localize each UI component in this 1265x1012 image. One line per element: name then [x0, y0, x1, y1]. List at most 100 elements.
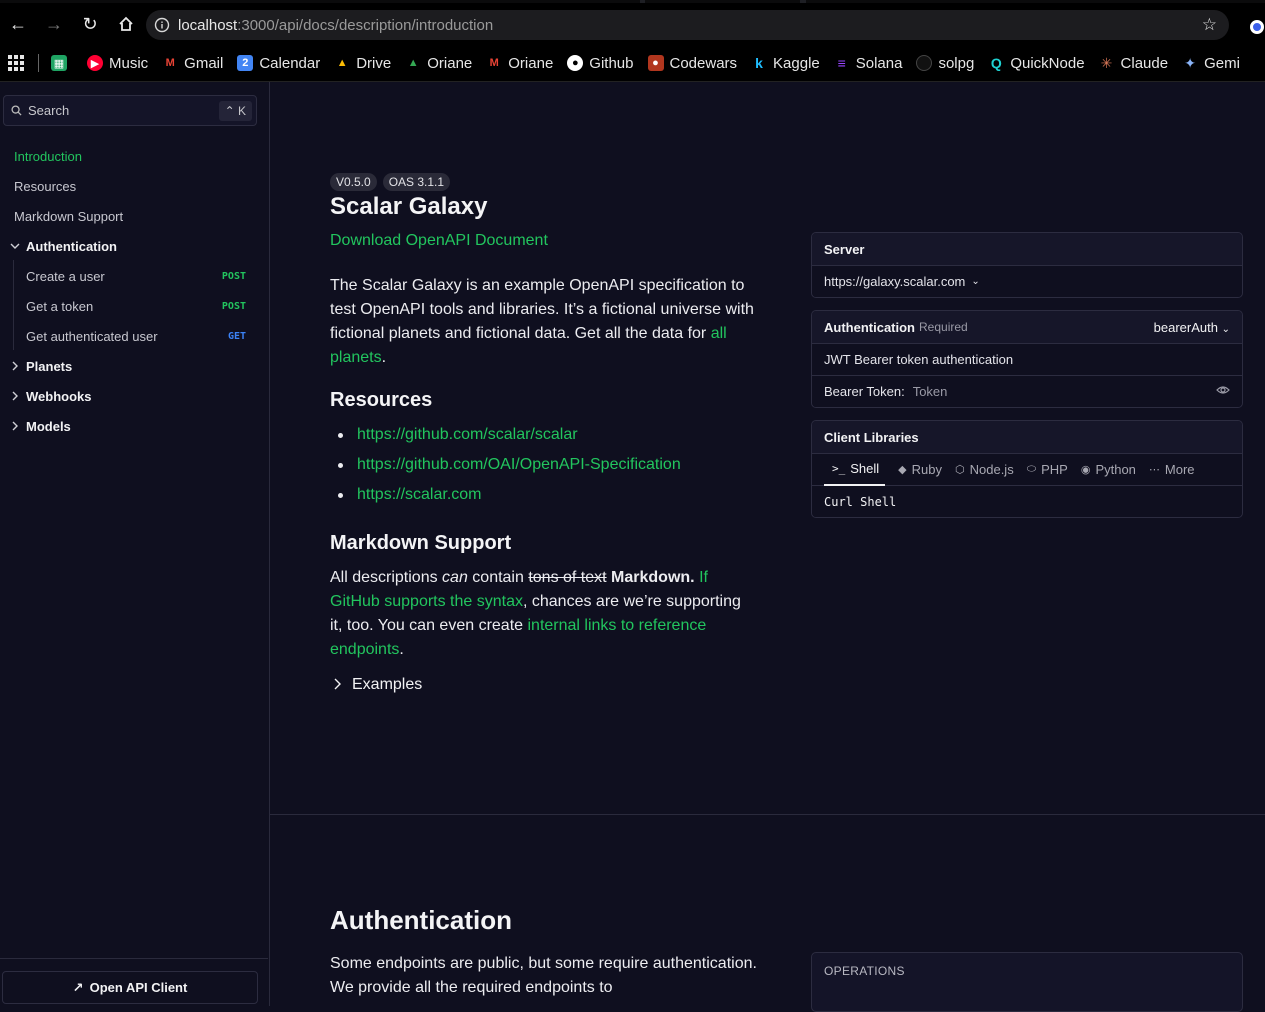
- sidebar-item-planets[interactable]: Planets: [0, 351, 268, 381]
- bookmark-label: Gmail: [184, 54, 224, 72]
- forward-icon[interactable]: →: [36, 3, 72, 45]
- sidebar-item-label: Get authenticated user: [26, 328, 158, 344]
- bookmark-solana[interactable]: ≡ Solana: [834, 55, 903, 72]
- tab-ruby[interactable]: ◆ Ruby: [898, 454, 942, 486]
- md-strikethrough: tons of text: [528, 569, 607, 586]
- server-url: https://galaxy.scalar.com: [824, 274, 966, 289]
- sidebar-item-markdown-support[interactable]: Markdown Support: [0, 201, 268, 231]
- bullet: [338, 492, 343, 498]
- bookmark-label: Claude: [1120, 54, 1169, 72]
- bookmark-label: Kaggle: [773, 54, 820, 72]
- nodejs-icon: ⬡: [955, 464, 965, 476]
- sidebar-item-authentication[interactable]: Authentication: [0, 231, 268, 261]
- method-badge-post: POST: [221, 300, 246, 312]
- auth-card-heading: Authentication: [824, 319, 915, 335]
- chevron-right-icon: [332, 678, 342, 693]
- sidebar-item-resources[interactable]: Resources: [0, 171, 268, 201]
- bookmark-gmail[interactable]: M Gmail: [162, 54, 224, 72]
- github-icon: ●: [567, 55, 584, 71]
- auth-paragraph: Some endpoints are public, but some requ…: [330, 955, 757, 996]
- arrow-up-right-icon: ↗: [72, 979, 84, 995]
- sidebar-item-label: Introduction: [14, 148, 82, 164]
- sidebar-item-models[interactable]: Models: [0, 411, 268, 441]
- home-icon[interactable]: [108, 3, 144, 45]
- tab-label: Ruby: [911, 462, 942, 477]
- auth-scheme-select[interactable]: bearerAuth ⌄: [1154, 320, 1230, 335]
- bookmark-star-icon[interactable]: ☆: [1202, 15, 1217, 35]
- tab-python[interactable]: ◉ Python: [1081, 454, 1136, 486]
- search-input[interactable]: Search ⌃ K: [3, 95, 257, 126]
- oas-badge: OAS 3.1.1: [382, 173, 451, 191]
- md-bold: Markdown.: [611, 569, 695, 586]
- open-api-client-label: Open API Client: [89, 980, 188, 995]
- sidebar-item-introduction[interactable]: Introduction: [0, 141, 268, 171]
- client-libraries-heading: Client Libraries: [812, 421, 1242, 453]
- bookmark-calendar[interactable]: 2 Calendar: [237, 55, 320, 72]
- music-icon: ▶: [87, 55, 103, 71]
- markdown-heading: Markdown Support: [330, 532, 512, 554]
- bookmark-claude[interactable]: ✳ Claude: [1099, 54, 1169, 72]
- bookmark-music[interactable]: ▶ Music: [87, 55, 148, 72]
- site-info-icon[interactable]: [146, 17, 178, 33]
- search-icon: [4, 105, 28, 116]
- sidebar-item-webhooks[interactable]: Webhooks: [0, 381, 268, 411]
- apps-grid-icon[interactable]: [8, 55, 24, 71]
- resource-link[interactable]: https://github.com/scalar/scalar: [357, 426, 578, 444]
- bearer-token-row[interactable]: Bearer Token: Token: [812, 375, 1242, 407]
- chevron-right-icon: [8, 361, 22, 371]
- download-openapi-link[interactable]: Download OpenAPI Document: [330, 232, 548, 250]
- bookmark-quicknode[interactable]: Q QuickNode: [988, 54, 1085, 72]
- solana-icon: ≡: [837, 55, 846, 71]
- ellipsis-icon: ⋯: [1148, 464, 1160, 476]
- bullet: [338, 462, 343, 468]
- version-badge: V0.5.0: [330, 173, 377, 191]
- bookmark-label: QuickNode: [1010, 54, 1085, 72]
- chevron-down-icon: ⌄: [971, 276, 980, 287]
- search-shortcut: ⌃ K: [218, 101, 252, 121]
- drive-icon: ▲: [407, 57, 419, 69]
- tab-more[interactable]: ⋯ More: [1149, 454, 1195, 486]
- bookmark-codewars[interactable]: ● Codewars: [647, 55, 737, 72]
- reload-icon[interactable]: ↻: [72, 3, 108, 45]
- tab-nodejs[interactable]: ⬡ Node.js: [955, 454, 1014, 486]
- bookmark-label: Calendar: [259, 54, 321, 72]
- version-badges: V0.5.0 OAS 3.1.1: [330, 173, 451, 191]
- chevron-down-icon: ⌄: [1221, 323, 1230, 335]
- auth-description: JWT Bearer token authentication: [812, 343, 1242, 375]
- bookmark-oriane-drive[interactable]: ▲ Oriane: [405, 55, 472, 72]
- bookmark-sheets[interactable]: ▦: [51, 55, 73, 71]
- server-select[interactable]: https://galaxy.scalar.com ⌄: [812, 265, 1242, 297]
- examples-toggle[interactable]: Examples: [332, 676, 422, 694]
- bookmark-kaggle[interactable]: k Kaggle: [751, 55, 820, 72]
- resource-link[interactable]: https://scalar.com: [357, 486, 482, 504]
- section-divider: [270, 814, 1265, 815]
- page-title: Scalar Galaxy: [330, 193, 488, 220]
- sidebar-item-get-authenticated-user[interactable]: Get authenticated user GET: [0, 321, 268, 351]
- gmail-icon: M: [489, 57, 499, 69]
- quicknode-icon: Q: [990, 55, 1002, 71]
- bearer-token-label: Bearer Token:: [824, 384, 905, 399]
- sidebar-item-create-user[interactable]: Create a user POST: [0, 261, 268, 291]
- gmail-icon: M: [165, 57, 175, 69]
- bookmark-github[interactable]: ● Github: [567, 55, 634, 72]
- bearer-token-input[interactable]: Token: [913, 384, 948, 399]
- list-item: https://scalar.com: [330, 480, 681, 510]
- back-icon[interactable]: ←: [0, 3, 36, 45]
- bookmark-gemini[interactable]: ✦ Gemi: [1182, 55, 1240, 72]
- method-badge-post: POST: [221, 270, 246, 282]
- resource-link[interactable]: https://github.com/OAI/OpenAPI-Specifica…: [357, 456, 681, 474]
- extension-icon[interactable]: [1250, 20, 1264, 34]
- open-api-client-button[interactable]: ↗ Open API Client: [2, 971, 258, 1004]
- bookmark-solpg[interactable]: solpg: [916, 55, 974, 72]
- bookmark-oriane-gmail[interactable]: M Oriane: [486, 55, 554, 72]
- authentication-card: Authentication Required bearerAuth ⌄ JWT…: [811, 310, 1243, 408]
- tab-php[interactable]: ⬭ PHP: [1027, 454, 1068, 486]
- bookmark-drive[interactable]: ▲ Drive: [334, 55, 391, 72]
- eye-icon[interactable]: [1216, 383, 1230, 400]
- tab-shell[interactable]: >_ Shell: [824, 454, 886, 486]
- sidebar-item-get-token[interactable]: Get a token POST: [0, 291, 268, 321]
- tab-label: Python: [1095, 462, 1136, 477]
- auth-scheme-value: bearerAuth: [1153, 319, 1218, 335]
- intro-text: The Scalar Galaxy is an example OpenAPI …: [330, 277, 754, 342]
- address-bar[interactable]: localhost:3000/api/docs/description/intr…: [146, 10, 1229, 40]
